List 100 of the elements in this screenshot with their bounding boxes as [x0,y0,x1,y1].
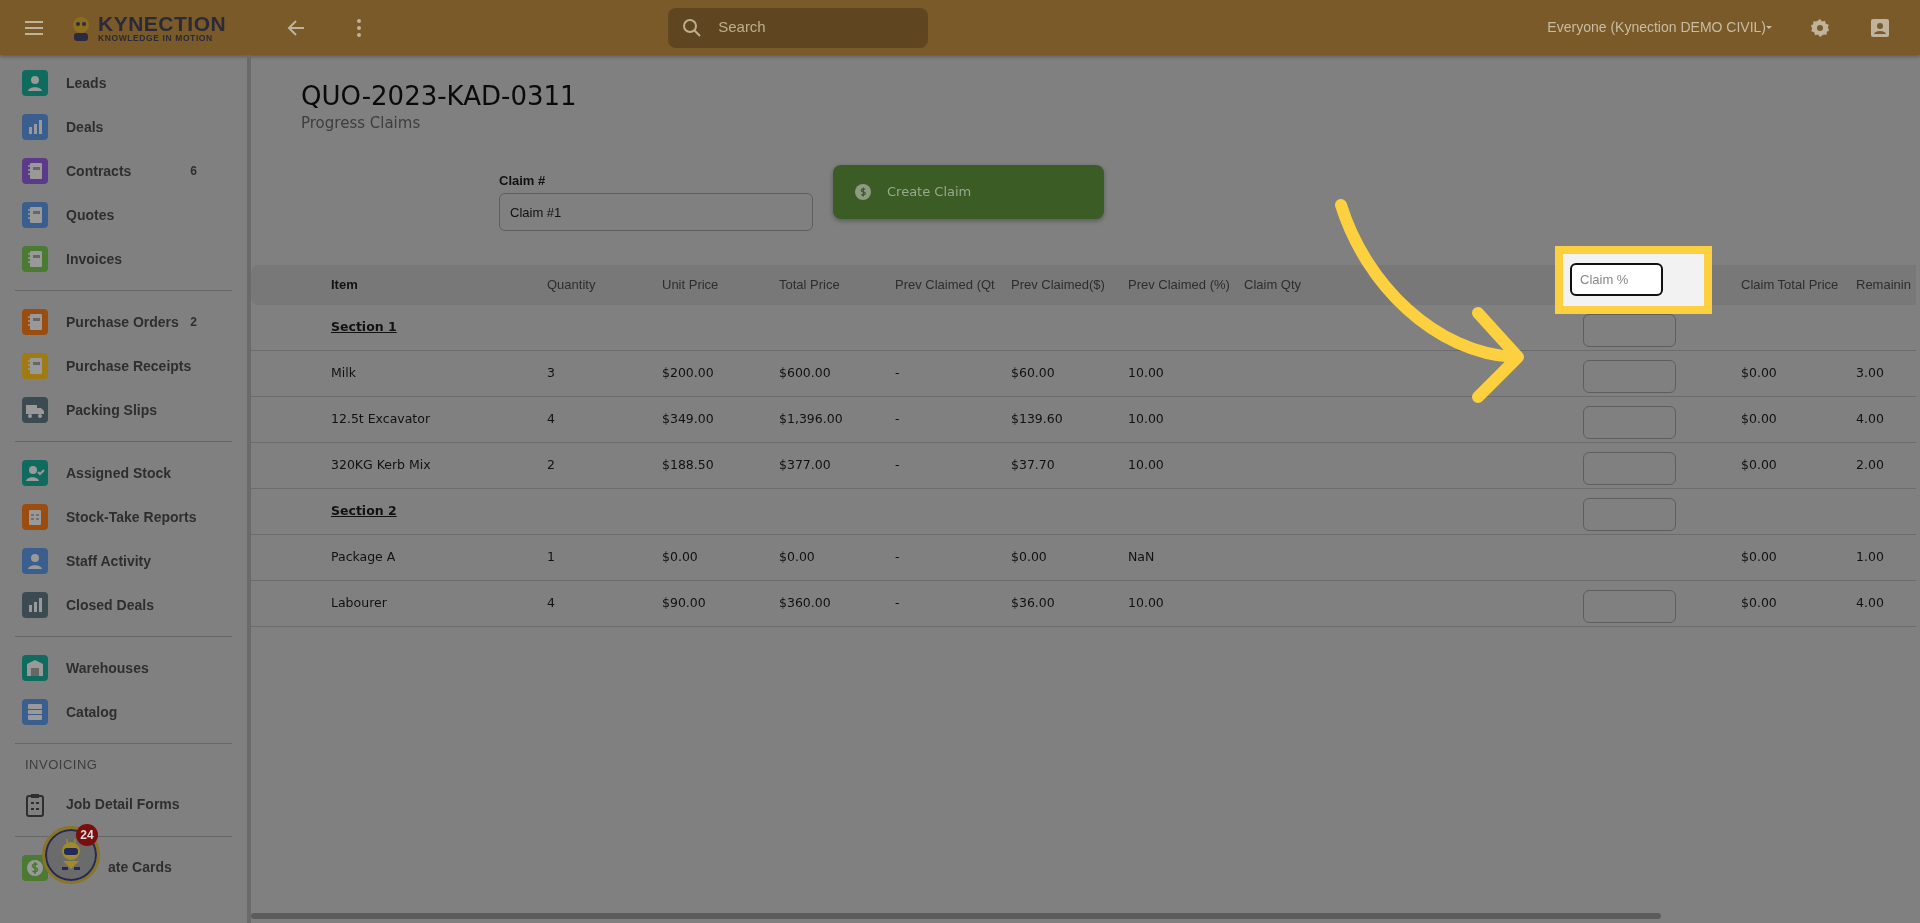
settings-icon[interactable] [1810,17,1830,38]
table-cell: 320KG Kerb Mix [331,457,431,473]
column-header[interactable]: Unit Price [662,277,719,293]
table-cell: 4 [547,411,555,427]
table-cell: $0.00 [1741,411,1777,427]
page-subtitle: Progress Claims [301,113,422,135]
account-icon[interactable] [1870,17,1890,38]
table-cell: $349.00 [662,411,714,427]
claim-percent-field[interactable] [1583,406,1676,440]
table-cell: $0.00 [1741,595,1777,611]
table-cell: 10.00 [1128,411,1164,427]
table-cell: 4.00 [1856,411,1884,427]
sidebar-item[interactable]: Assigned Stock [0,451,247,495]
table-cell: 10.00 [1128,365,1164,381]
sidebar-item[interactable]: Contracts 6 [0,149,247,193]
table-cell: $1,396.00 [779,411,843,427]
sidebar-item[interactable]: Leads [0,61,247,105]
person-icon [22,70,48,96]
table-cell: Package A [331,549,396,565]
section-heading: Section 1 [331,319,397,335]
logo-wordmark: KYNECTION [98,12,227,34]
table-cell: - [895,595,900,611]
table-cell: $139.60 [1011,411,1063,427]
create-claim-button[interactable]: Create Claim [833,164,1104,219]
claim-percent-field[interactable]: Claim % [1570,263,1663,297]
dollar-icon [22,854,48,881]
table-cell: $377.00 [779,457,831,473]
person-icon [22,548,48,574]
back-arrow-icon[interactable] [286,17,307,38]
claim-percent-field[interactable] [1583,452,1676,486]
table-cell: $0.00 [779,549,815,565]
table-cell: $60.00 [1011,365,1055,381]
table-cell: - [895,549,900,565]
page-title: QUO-2023-KAD-0311 [301,81,578,113]
sidebar-item[interactable]: Quotes [0,193,247,237]
more-icon[interactable] [356,17,363,38]
claim-percent-field[interactable] [1583,590,1676,624]
count-label: 2 [190,314,197,331]
horizontal-scrollbar[interactable] [251,913,1661,919]
section-heading: Section 2 [331,503,397,519]
count-label: 6 [190,163,197,180]
assistant-button[interactable] [42,826,100,884]
table-cell: $188.50 [662,457,714,473]
table-cell: 2 [547,457,555,473]
sidebar-item[interactable]: ate Cards [0,845,247,890]
notebook-icon [22,158,48,184]
notebook-icon [22,309,48,335]
table-cell: 2.00 [1856,457,1884,473]
table-cell: $0.00 [662,549,698,565]
table-cell: $37.70 [1011,457,1055,473]
search-field[interactable]: Search [668,7,929,48]
sidebar-item[interactable]: Staff Activity [0,539,247,583]
sidebar-item[interactable]: Purchase Receipts [0,344,247,388]
table-cell: $90.00 [662,595,706,611]
table-cell: 1.00 [1856,549,1884,565]
bar-chart-icon [22,592,48,618]
column-header[interactable]: Claim Qty [1244,277,1302,293]
logo-tagline: KNOWLEDGE IN MOTION [98,33,214,43]
sidebar-item[interactable]: Closed Deals [0,583,247,627]
table-cell: $200.00 [662,365,714,381]
sidebar-item[interactable]: Warehouses [0,646,247,690]
table-cell: - [895,411,900,427]
table-cell: NaN [1128,549,1155,565]
claim-percent-field[interactable] [1583,360,1676,394]
caret-icon [1766,26,1772,29]
table-cell: $0.00 [1741,549,1777,565]
table-cell: 3.00 [1856,365,1884,381]
claim-percent-field[interactable] [1583,498,1676,532]
table-cell: 10.00 [1128,457,1164,473]
table-cell: $0.00 [1741,365,1777,381]
sidebar-item[interactable]: Packing Slips [0,388,247,432]
notebook-icon [22,246,48,272]
table-cell: 1 [547,549,555,565]
warehouse-icon [22,655,48,681]
field-label: Claim # [499,171,547,190]
table-cell: $360.00 [779,595,831,611]
column-header[interactable]: Quantity [547,277,596,293]
sidebar-item[interactable]: Stock-Take Reports [0,495,247,539]
sidebar-item[interactable]: Catalog [0,690,247,734]
claim-number-field[interactable]: Claim #1 [499,193,813,232]
table-cell: 3 [547,365,555,381]
table-cell: - [895,457,900,473]
sidebar-item[interactable]: Invoices [0,237,247,281]
account-selector[interactable]: Everyone (Kynection DEMO CIVIL) [1547,17,1772,38]
notebook-icon [22,202,48,228]
sidebar-item[interactable]: Deals [0,105,247,149]
truck-icon [22,397,48,423]
column-header[interactable]: Item [331,277,358,293]
table-cell: Milk [331,365,356,381]
dollar-icon [855,183,871,200]
notification-badge: 24 [76,824,98,846]
table-cell: $600.00 [779,365,831,381]
section-label: INVOICING [24,756,99,774]
table-cell: $0.00 [1011,549,1047,565]
table-cell: 4 [547,595,555,611]
claim-percent-field[interactable] [1583,314,1676,348]
sidebar-item[interactable]: Purchase Orders 2 [0,300,247,344]
sidebar-item[interactable]: Job Detail Forms [0,782,247,827]
clipboard-icon [22,504,48,530]
notebook-icon [22,353,48,379]
